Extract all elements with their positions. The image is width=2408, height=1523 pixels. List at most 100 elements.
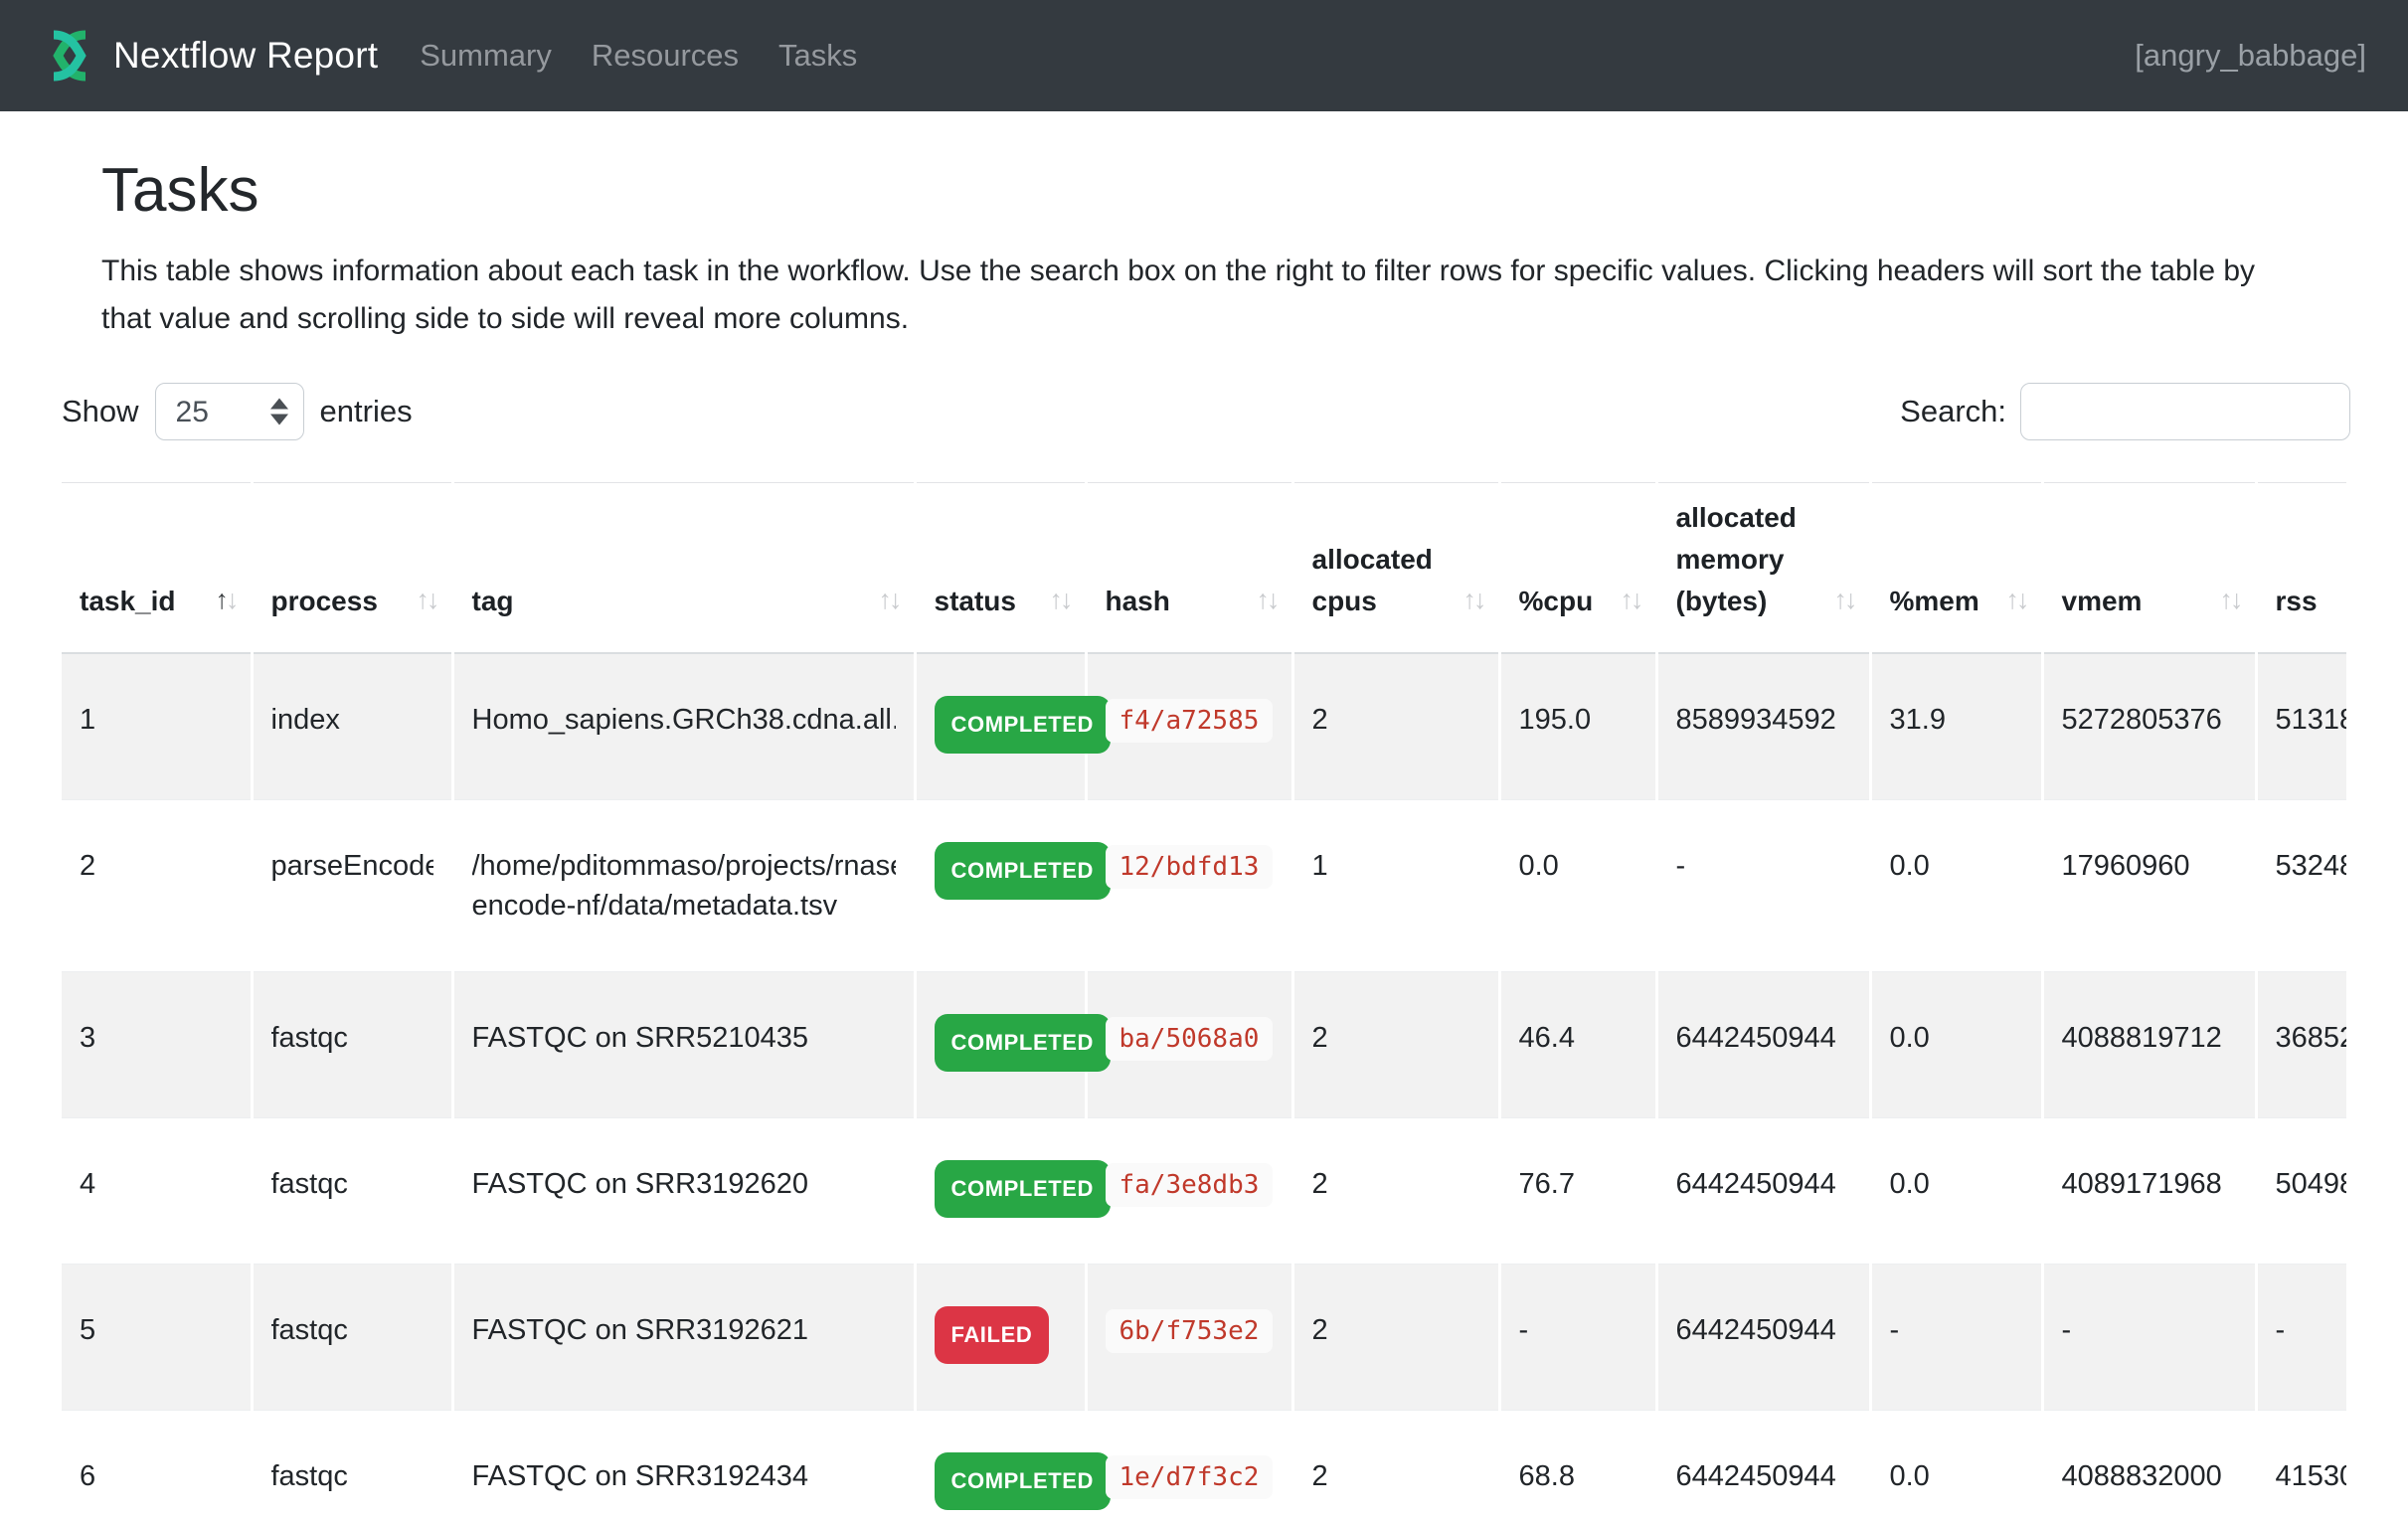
column-label: vmem: [2062, 586, 2143, 616]
cell-text: 2: [80, 846, 233, 886]
cell-pmem: -: [1870, 1265, 2042, 1411]
cell-vmem: 4088819712: [2042, 972, 2256, 1118]
cell-text: 1: [1312, 846, 1480, 886]
cell-process: fastqc: [252, 1118, 452, 1265]
nav-link-summary[interactable]: Summary: [420, 38, 552, 74]
column-header-task_id[interactable]: task_id↑↓: [62, 483, 252, 654]
status-badge: COMPLETED: [935, 696, 1112, 754]
cell-text: -: [2276, 1310, 2347, 1350]
cell-text: 2: [1312, 700, 1480, 740]
cell-task_id: 4: [62, 1118, 252, 1265]
brand[interactable]: Nextflow Report: [42, 28, 378, 84]
cell-text: /home/pditommaso/projects/rnaseq-encode-…: [472, 846, 896, 926]
cell-text: Homo_sapiens.GRCh38.cdna.all.fa.gz: [472, 700, 896, 740]
cell-tag: Homo_sapiens.GRCh38.cdna.all.fa.gz: [452, 653, 915, 800]
column-label: tag: [472, 586, 514, 616]
column-header-pmem[interactable]: %mem ↑↓: [1870, 483, 2042, 654]
search-input[interactable]: [2020, 383, 2350, 440]
main-content: Tasks This table shows information about…: [0, 111, 2408, 1523]
search-control: Search:: [1900, 383, 2350, 440]
cell-text: -: [1890, 1310, 2023, 1350]
cell-text: FASTQC on SRR5210435: [472, 1018, 896, 1058]
cell-status: COMPLETED: [915, 1411, 1086, 1523]
cell-allocated_memory: 8589934592: [1656, 653, 1870, 800]
column-header-allocated_cpus[interactable]: allocated cpus ↑↓: [1292, 483, 1499, 654]
column-label: allocated cpus: [1312, 544, 1433, 616]
cell-pcpu: 195.0: [1499, 653, 1656, 800]
status-badge: COMPLETED: [935, 1452, 1112, 1510]
cell-hash: 6b/f753e2: [1086, 1265, 1292, 1411]
column-header-process[interactable]: process↑↓: [252, 483, 452, 654]
column-header-status[interactable]: status↑↓: [915, 483, 1086, 654]
cell-status: COMPLETED: [915, 800, 1086, 972]
cell-text: 6442450944: [1676, 1310, 1851, 1350]
tasks-table-wrap[interactable]: task_id↑↓process↑↓tag↑↓status↑↓hash↑↓all…: [62, 482, 2346, 1523]
cell-status: FAILED: [915, 1265, 1086, 1411]
column-header-rss[interactable]: rss: [2256, 483, 2346, 654]
cell-pmem: 0.0: [1870, 972, 2042, 1118]
cell-text: 5272805376: [2062, 700, 2237, 740]
page-description: This table shows information about each …: [101, 248, 2309, 343]
column-header-hash[interactable]: hash↑↓: [1086, 483, 1292, 654]
cell-text: 195.0: [1519, 700, 1637, 740]
cell-text: 0.0: [1890, 1456, 2023, 1496]
cell-text: 2: [1312, 1018, 1480, 1058]
cell-vmem: 17960960: [2042, 800, 2256, 972]
cell-status: COMPLETED: [915, 653, 1086, 800]
cell-tag: /home/pditommaso/projects/rnaseq-encode-…: [452, 800, 915, 972]
navbar: Nextflow Report SummaryResourcesTasks [a…: [0, 0, 2408, 111]
cell-text: fastqc: [271, 1310, 433, 1350]
page-length-select[interactable]: 25: [155, 383, 304, 440]
cell-text: -: [1676, 846, 1851, 886]
table-body: 1indexHomo_sapiens.GRCh38.cdna.all.fa.gz…: [62, 653, 2346, 1523]
nav-links: Summary Resources Tasks: [420, 38, 897, 74]
column-header-tag[interactable]: tag ↑↓: [452, 483, 915, 654]
status-badge: COMPLETED: [935, 842, 1112, 900]
cell-pcpu: -: [1499, 1265, 1656, 1411]
cell-pmem: 0.0: [1870, 1118, 2042, 1265]
sort-arrows-icon: ↑↓: [2220, 579, 2241, 620]
cell-tag: FASTQC on SRR3192621: [452, 1265, 915, 1411]
cell-vmem: 4089171968: [2042, 1118, 2256, 1265]
table-controls: Show 25 entries Search:: [62, 383, 2408, 440]
nav-link-resources[interactable]: Resources: [592, 38, 739, 74]
column-header-pcpu[interactable]: %cpu↑↓: [1499, 483, 1656, 654]
sort-arrows-icon: ↑↓: [216, 579, 237, 620]
cell-text: 2: [1312, 1164, 1480, 1204]
nav-link-tasks[interactable]: Tasks: [778, 38, 857, 74]
cell-hash: fa/3e8db3: [1086, 1118, 1292, 1265]
sort-arrows-icon: ↑↓: [1257, 579, 1278, 620]
cell-tag: FASTQC on SRR3192434: [452, 1411, 915, 1523]
cell-allocated_cpus: 2: [1292, 1265, 1499, 1411]
cell-task_id: 5: [62, 1265, 252, 1411]
cell-text: 51318: [2276, 700, 2347, 740]
sort-arrows-icon: ↑↓: [1463, 579, 1484, 620]
cell-tag: FASTQC on SRR3192620: [452, 1118, 915, 1265]
column-header-allocated_memory[interactable]: allocated memory (bytes)↑↓: [1656, 483, 1870, 654]
cell-allocated_cpus: 2: [1292, 1118, 1499, 1265]
column-header-vmem[interactable]: vmem ↑↓: [2042, 483, 2256, 654]
column-label: %mem: [1890, 586, 1979, 616]
cell-allocated_cpus: 2: [1292, 972, 1499, 1118]
cell-text: fastqc: [271, 1164, 433, 1204]
cell-text: 68.8: [1519, 1456, 1637, 1496]
entries-label: entries: [320, 394, 413, 429]
sort-arrows-icon: ↑↓: [417, 579, 437, 620]
sort-arrows-icon: ↑↓: [879, 579, 900, 620]
table-row: 2parseEncode/home/pditommaso/projects/rn…: [62, 800, 2346, 972]
task-hash: 6b/f753e2: [1106, 1309, 1274, 1353]
page-length-select-wrap: 25: [155, 383, 304, 440]
sort-arrows-icon: ↑↓: [2006, 579, 2027, 620]
cell-text: 6: [80, 1456, 233, 1496]
cell-allocated_cpus: 2: [1292, 653, 1499, 800]
cell-text: fastqc: [271, 1018, 433, 1058]
cell-allocated_memory: -: [1656, 800, 1870, 972]
cell-text: 8589934592: [1676, 700, 1851, 740]
cell-vmem: 5272805376: [2042, 653, 2256, 800]
status-badge: COMPLETED: [935, 1160, 1112, 1218]
cell-text: 0.0: [1890, 1164, 2023, 1204]
cell-text: 0.0: [1890, 846, 2023, 886]
cell-task_id: 6: [62, 1411, 252, 1523]
cell-text: FASTQC on SRR3192621: [472, 1310, 896, 1350]
task-hash: f4/a72585: [1106, 699, 1274, 743]
